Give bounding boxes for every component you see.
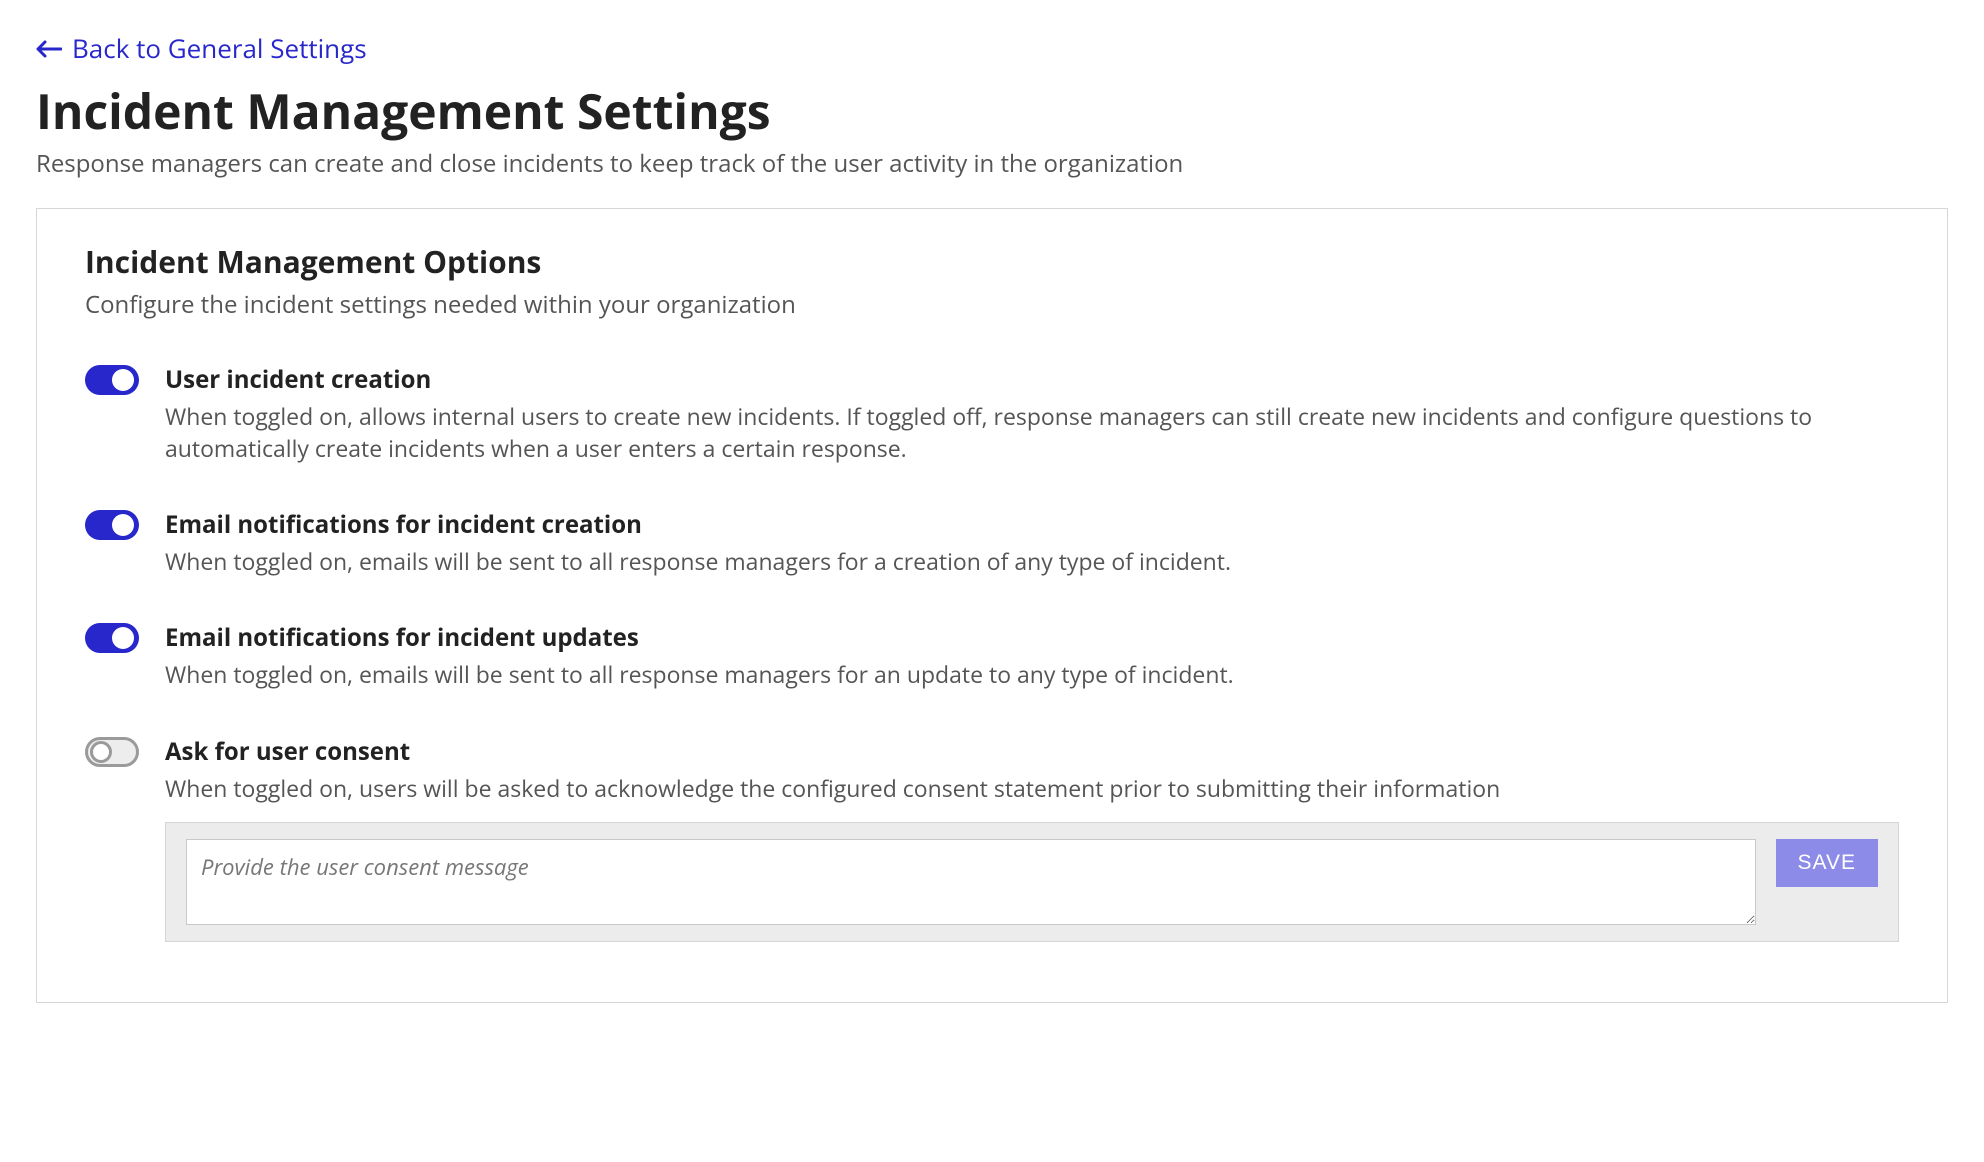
consent-box: SAVE [165,822,1899,942]
toggle-email-creation[interactable] [85,510,139,540]
option-title: Email notifications for incident updates [165,621,1899,654]
option-email-creation: Email notifications for incident creatio… [85,508,1899,577]
back-link[interactable]: Back to General Settings [36,30,367,66]
arrow-left-icon [36,30,62,66]
option-desc: When toggled on, users will be asked to … [165,772,1899,804]
save-button[interactable]: SAVE [1776,839,1878,887]
page-subtitle: Response managers can create and close i… [36,147,1948,180]
toggle-email-updates[interactable] [85,623,139,653]
toggle-knob [112,514,134,536]
toggle-user-incident-creation[interactable] [85,365,139,395]
options-panel: Incident Management Options Configure th… [36,208,1948,1003]
option-desc: When toggled on, emails will be sent to … [165,545,1899,577]
option-desc: When toggled on, emails will be sent to … [165,658,1899,690]
option-desc: When toggled on, allows internal users t… [165,400,1899,464]
panel-subtitle: Configure the incident settings needed w… [85,288,1899,321]
option-title: Ask for user consent [165,735,1899,768]
consent-message-input[interactable] [186,839,1756,925]
page-title: Incident Management Settings [36,86,1948,139]
option-title: User incident creation [165,363,1899,396]
toggle-knob [112,369,134,391]
option-user-incident-creation: User incident creation When toggled on, … [85,363,1899,464]
back-link-label: Back to General Settings [72,30,367,66]
toggle-knob [112,627,134,649]
toggle-knob [90,741,112,763]
option-title: Email notifications for incident creatio… [165,508,1899,541]
panel-title: Incident Management Options [85,241,1899,282]
option-user-consent: Ask for user consent When toggled on, us… [85,735,1899,942]
toggle-user-consent[interactable] [85,737,139,767]
option-email-updates: Email notifications for incident updates… [85,621,1899,690]
